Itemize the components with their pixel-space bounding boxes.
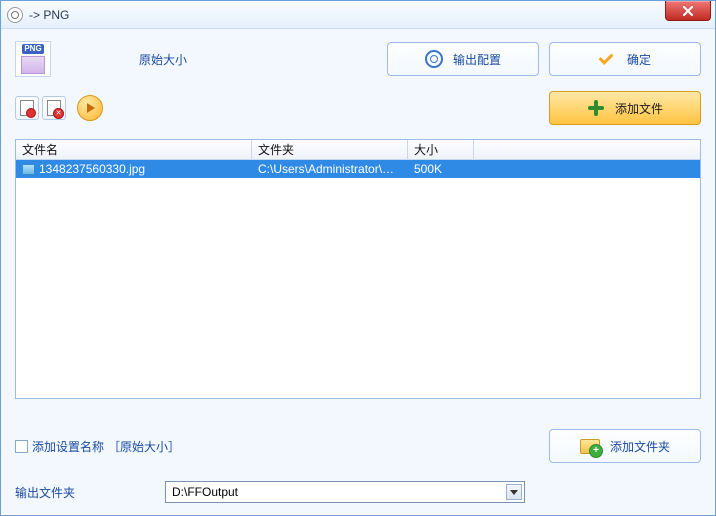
- output-config-button[interactable]: 输出配置: [387, 42, 539, 76]
- thumbnail-icon: [21, 56, 45, 74]
- toolbar-row: 添加文件: [15, 91, 701, 125]
- remove-file-button[interactable]: [15, 96, 39, 120]
- output-folder-row: 输出文件夹 D:\FFOutput: [15, 481, 701, 503]
- bottom-panel: 添加设置名称 ［原始大小］ 添加文件夹 输出文件夹 D:\FFOutput: [15, 429, 701, 503]
- add-file-button[interactable]: 添加文件: [549, 91, 701, 125]
- col-size-header[interactable]: 大小: [408, 140, 474, 159]
- plus-icon: [587, 99, 605, 117]
- output-config-label: 输出配置: [453, 51, 501, 68]
- output-folder-combo[interactable]: D:\FFOutput: [165, 481, 525, 503]
- table-row[interactable]: 1348237560330.jpg C:\Users\Administrator…: [16, 160, 700, 178]
- window-title: -> PNG: [29, 8, 69, 22]
- checkbox-icon: [15, 440, 28, 453]
- play-button[interactable]: [77, 95, 103, 121]
- check-icon: [599, 50, 617, 68]
- add-file-label: 添加文件: [615, 100, 663, 117]
- cell-size: 500K: [408, 161, 474, 177]
- folder-plus-icon: [580, 439, 600, 454]
- content-area: PNG 原始大小 输出配置 确定 添加文件 文件名 文件夹 大小: [1, 29, 715, 515]
- options-row: 添加设置名称 ［原始大小］ 添加文件夹: [15, 429, 701, 463]
- png-tag: PNG: [22, 44, 43, 54]
- close-button[interactable]: [665, 1, 711, 21]
- title-bar: -> PNG: [1, 1, 715, 29]
- file-icon: [22, 164, 35, 175]
- file-table: 文件名 文件夹 大小 1348237560330.jpg C:\Users\Ad…: [15, 139, 701, 399]
- doc-minus-icon: [20, 100, 34, 116]
- col-folder-header[interactable]: 文件夹: [252, 140, 408, 159]
- table-body[interactable]: 1348237560330.jpg C:\Users\Administrator…: [16, 160, 700, 398]
- ok-button[interactable]: 确定: [549, 42, 701, 76]
- clear-files-button[interactable]: [42, 96, 66, 120]
- gear-icon: [425, 50, 443, 68]
- output-folder-value: D:\FFOutput: [172, 485, 238, 499]
- add-settings-name-checkbox[interactable]: 添加设置名称 ［原始大小］: [15, 438, 180, 455]
- col-rest-header: [474, 140, 700, 159]
- add-folder-label: 添加文件夹: [610, 438, 670, 455]
- app-icon: [7, 7, 23, 23]
- cell-rest: [474, 168, 700, 170]
- dropdown-arrow-icon[interactable]: [506, 484, 522, 500]
- checkbox-label: 添加设置名称: [32, 438, 104, 455]
- doc-clear-icon: [47, 100, 61, 116]
- output-folder-label: 输出文件夹: [15, 484, 155, 501]
- top-row: PNG 原始大小 输出配置 确定: [15, 41, 701, 77]
- add-folder-button[interactable]: 添加文件夹: [549, 429, 701, 463]
- original-size-label: 原始大小: [139, 51, 187, 68]
- checkbox-suffix: ［原始大小］: [108, 438, 180, 455]
- cell-name: 1348237560330.jpg: [16, 161, 252, 177]
- ok-label: 确定: [627, 51, 651, 68]
- play-icon: [87, 103, 95, 113]
- col-name-header[interactable]: 文件名: [16, 140, 252, 159]
- cell-folder: C:\Users\Administrator\Des...: [252, 161, 408, 177]
- table-header: 文件名 文件夹 大小: [16, 140, 700, 160]
- format-badge: PNG: [15, 41, 51, 77]
